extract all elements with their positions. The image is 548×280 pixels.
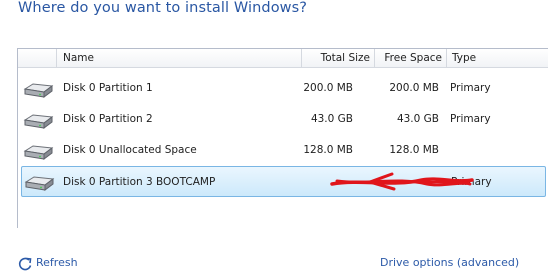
partition-free-space: 128.0 MB: [389, 144, 439, 156]
partition-row[interactable]: Disk 0 Partition 1 200.0 MB 200.0 MB Pri…: [18, 73, 548, 104]
partition-list[interactable]: Name Total Size Free Space Type Disk 0 P…: [17, 48, 548, 228]
partition-total-size: 128.0 MB: [303, 144, 353, 156]
hard-drive-icon: [23, 83, 54, 98]
column-header-name[interactable]: Name: [56, 49, 301, 67]
column-header-free-space[interactable]: Free Space: [374, 49, 446, 67]
hard-drive-icon: [23, 114, 54, 129]
partition-row-selected[interactable]: Disk 0 Partition 3 BOOTCAMP Primary: [21, 166, 546, 197]
column-header-total-size[interactable]: Total Size: [301, 49, 374, 67]
partition-total-size: 200.0 MB: [303, 82, 353, 94]
partition-name: Disk 0 Partition 1: [63, 82, 153, 94]
refresh-label[interactable]: Refresh: [36, 256, 78, 269]
partition-free-space: 43.0 GB: [396, 113, 439, 125]
partition-type: Primary: [450, 82, 491, 94]
column-header-icon: [18, 49, 56, 67]
hard-drive-icon: [23, 145, 54, 160]
red-scribble-annotation: [330, 172, 474, 191]
partition-type: Primary: [450, 113, 491, 125]
partition-name: Disk 0 Partition 2: [63, 113, 153, 125]
list-header: Name Total Size Free Space Type: [18, 49, 548, 68]
hard-drive-icon: [24, 176, 55, 191]
refresh-icon: [18, 257, 32, 271]
drive-options-advanced-link[interactable]: Drive options (advanced): [380, 256, 519, 269]
partition-row[interactable]: Disk 0 Unallocated Space 128.0 MB 128.0 …: [18, 135, 548, 166]
partition-name: Disk 0 Unallocated Space: [63, 144, 197, 156]
page-title: Where do you want to install Windows?: [18, 0, 308, 16]
partition-free-space: 200.0 MB: [389, 82, 439, 94]
partition-total-size: 43.0 GB: [310, 113, 353, 125]
partition-row[interactable]: Disk 0 Partition 2 43.0 GB 43.0 GB Prima…: [18, 104, 548, 135]
column-header-type[interactable]: Type: [446, 49, 548, 67]
partition-name: Disk 0 Partition 3 BOOTCAMP: [63, 176, 216, 188]
